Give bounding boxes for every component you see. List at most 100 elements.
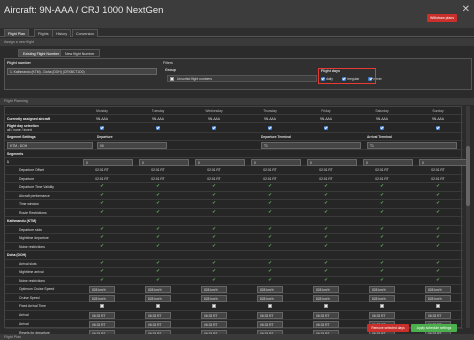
assigned-value: 9N-AAA xyxy=(432,117,444,121)
segment-offset-input[interactable]: 0 xyxy=(419,159,469,166)
speed-input[interactable]: 828 km/h xyxy=(257,286,283,293)
check-icon: ✔ xyxy=(324,234,328,239)
arrival-time-input[interactable]: 06:33 RT xyxy=(89,320,115,328)
arrival-time-input[interactable]: 06:33 RT xyxy=(89,311,115,319)
speed-input[interactable]: 828 km/h xyxy=(89,294,115,302)
check-icon: ✔ xyxy=(156,234,160,239)
close-icon[interactable]: ✕ xyxy=(462,4,470,15)
fixed-arrival-checkbox[interactable] xyxy=(436,304,440,308)
speed-input[interactable]: 828 km/h xyxy=(257,294,283,302)
tab-history[interactable]: History xyxy=(52,29,72,37)
check-icon: ✔ xyxy=(436,191,440,197)
arrival-time-input[interactable]: 06:33 RT xyxy=(313,311,339,319)
fixed-arrival-checkbox[interactable] xyxy=(268,304,272,308)
segment-row: Arrival slots ✔ ✔ ✔ ✔ ✔ ✔ ✔ xyxy=(5,259,463,268)
time-value: 02:01 RT xyxy=(263,168,277,172)
speed-input[interactable]: 828 km/h xyxy=(425,286,451,293)
unsorted-checkbox[interactable] xyxy=(170,77,174,81)
check-icon: ✔ xyxy=(324,259,328,265)
fixed-arrival-checkbox[interactable] xyxy=(380,304,384,308)
day-checkbox[interactable] xyxy=(212,126,216,130)
group-field[interactable]: Unsorted flight numbers xyxy=(167,75,317,82)
time-value: 02:01 RT xyxy=(431,176,445,181)
arrival-time-input[interactable]: 06:33 RT xyxy=(145,320,171,328)
day-header: Thursday xyxy=(263,109,277,113)
speed-input[interactable]: 828 km/h xyxy=(89,286,115,293)
time-value: 02:01 RT xyxy=(95,176,109,181)
segment-row-label: Noise restrictions xyxy=(19,244,46,249)
arrival-time-input[interactable]: 06:33 RT xyxy=(313,320,339,328)
segment-offset-input[interactable]: 0 xyxy=(251,159,301,166)
check-icon: ✔ xyxy=(268,234,272,239)
check-icon: ✔ xyxy=(212,276,216,282)
day-checkbox[interactable] xyxy=(380,126,384,130)
departure-terminal-select[interactable]: T1 xyxy=(261,142,361,149)
speed-input[interactable]: 828 km/h xyxy=(313,294,339,302)
arrival-terminal-select[interactable]: T1 xyxy=(367,142,457,149)
check-icon: ✔ xyxy=(324,191,328,197)
day-checkbox[interactable] xyxy=(436,126,440,130)
speed-input[interactable]: 828 km/h xyxy=(313,286,339,293)
segment-row: Nighttime departure ✔ ✔ ✔ ✔ ✔ ✔ ✔ xyxy=(5,234,463,243)
segment-offset-input[interactable]: 0 xyxy=(195,159,245,166)
segment-offset-input[interactable]: 0 xyxy=(139,159,189,166)
segment-values-row: KTM - DOH 00 T1 T1 xyxy=(5,141,463,150)
speed-input[interactable]: 828 km/h xyxy=(201,286,227,293)
arrival-terminal-header: Arrival Terminal xyxy=(367,135,392,139)
segment-offset-input[interactable]: 0 xyxy=(363,159,413,166)
tab-new-flight-number[interactable]: New flight Number xyxy=(60,49,100,57)
speed-input[interactable]: 828 km/h xyxy=(369,286,395,293)
remove-selected-days-button[interactable]: Remove selected days xyxy=(367,324,409,332)
segment-row-label: Time window xyxy=(19,202,39,206)
day-checkbox[interactable] xyxy=(156,126,160,130)
speed-input[interactable]: 828 km/h xyxy=(425,294,451,302)
assigned-row: Currently assigned aircraft 9N-AAA 9N-AAA 9… xyxy=(5,115,463,123)
tab-flights[interactable]: Flights xyxy=(34,29,53,37)
day-checkbox[interactable] xyxy=(268,126,272,130)
fixed-arrival-checkbox[interactable] xyxy=(100,304,104,308)
check-icon: ✔ xyxy=(268,208,272,214)
fixed-arrival-checkbox[interactable] xyxy=(324,304,328,308)
segment-row-label: Arrival xyxy=(19,321,29,326)
check-icon: ✔ xyxy=(212,259,216,265)
arrival-time-input[interactable]: 06:33 RT xyxy=(145,311,171,319)
check-icon: ✔ xyxy=(324,208,328,214)
speed-input[interactable]: 828 km/h xyxy=(145,294,171,302)
check-icon: ✔ xyxy=(100,183,104,188)
flight-day-sub[interactable]: all / none / invert xyxy=(7,128,32,132)
speed-input[interactable]: 828 km/h xyxy=(369,294,395,302)
speed-input[interactable]: 828 km/h xyxy=(145,286,171,293)
arrival-time-input[interactable]: 06:33 RT xyxy=(257,320,283,328)
fixed-arrival-checkbox[interactable] xyxy=(212,304,216,308)
segment-row-label: Doha (DOH) xyxy=(7,253,27,257)
apply-schedule-settings-button[interactable]: Apply schedule settings xyxy=(411,324,457,332)
day-header: Tuesday xyxy=(151,109,165,113)
tab-flight-plan[interactable]: Flight Plan xyxy=(4,29,29,37)
flight-planning-grid: Monday Tuesday Wednesday Thursday Friday Satu… xyxy=(4,106,469,338)
speed-input[interactable]: 828 km/h xyxy=(201,294,227,302)
day-header: Saturday xyxy=(375,109,389,113)
assigned-value: 9N-AAA xyxy=(96,117,108,121)
flight-number-select[interactable]: 1. Kathmandu (KTM) - Doha (DOH) (CRXBCT1… xyxy=(7,68,157,75)
tab-existing-flight-number[interactable]: Existing Flight Number xyxy=(18,49,65,57)
arrival-time-input[interactable]: 06:33 RT xyxy=(257,311,283,319)
scroll-thumb[interactable] xyxy=(466,146,470,206)
withdraw-plans-button[interactable]: Withdraw plans xyxy=(427,14,457,22)
segment-offset-input[interactable]: 0 xyxy=(307,159,357,166)
segment-row: Noise restrictions ✔ ✔ ✔ ✔ ✔ ✔ ✔ xyxy=(5,276,463,285)
segment-row: Doha (DOH) xyxy=(5,251,463,260)
arrival-time-input[interactable]: 06:33 RT xyxy=(369,311,395,319)
arrival-time-input[interactable]: 06:33 RT xyxy=(425,311,451,319)
check-icon: ✔ xyxy=(380,259,384,265)
assigned-value: 9N-AAA xyxy=(376,117,388,121)
day-checkbox[interactable] xyxy=(324,126,328,130)
arrival-time-input[interactable]: 06:33 RT xyxy=(201,320,227,328)
day-checkbox[interactable] xyxy=(100,126,104,130)
tab-conversion[interactable]: Conversion xyxy=(72,29,99,37)
scrollbar[interactable] xyxy=(466,106,470,328)
segment-offset-input[interactable]: 0 xyxy=(83,159,133,166)
check-icon: ✔ xyxy=(324,225,328,231)
arrival-time-input[interactable]: 06:33 RT xyxy=(201,311,227,319)
departure-select[interactable]: 00 xyxy=(97,142,167,149)
fixed-arrival-checkbox[interactable] xyxy=(156,304,160,308)
